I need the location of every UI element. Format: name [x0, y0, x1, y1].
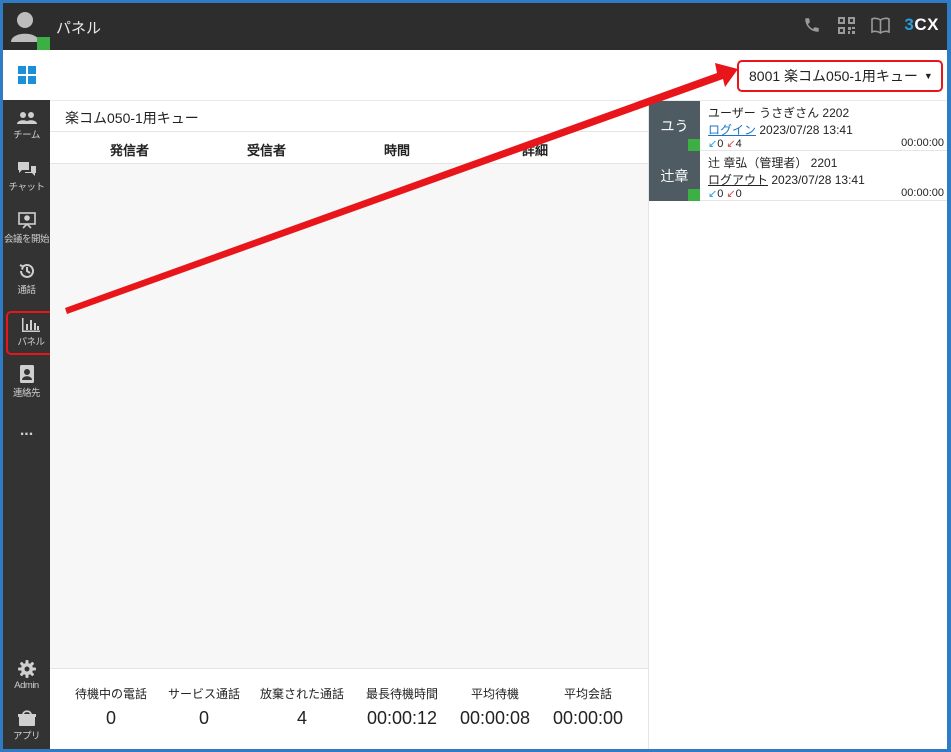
brand-logo: 3CX	[904, 15, 939, 34]
sidebar: チーム チャット 会議を開始 通話 パネル 連絡先 ... Admin アプリ	[3, 50, 56, 749]
book-icon[interactable]	[870, 15, 890, 35]
agent-avatar-tag: ユう	[649, 101, 700, 151]
agents-panel: ユう ユーザー うさぎさん 2202 ログイン 2023/07/28 13:41…	[648, 101, 947, 749]
queue-dropdown[interactable]: 8001 楽コム050-1用キュー ▼	[737, 60, 943, 92]
table-header: 発信者 受信者 時間 詳細	[50, 132, 648, 164]
stat-waiting-calls: 待機中の電話 0	[74, 687, 147, 728]
agent-row[interactable]: 辻章 辻 章弘（管理者） 2201 ログアウト 2023/07/28 13:41…	[649, 151, 947, 201]
phone-icon[interactable]	[802, 15, 822, 35]
agent-login-link[interactable]: ログイン	[708, 123, 756, 137]
page-title: パネル	[56, 20, 102, 37]
stat-average-wait: 平均待機 00:00:08	[459, 687, 531, 728]
gear-icon	[17, 659, 36, 678]
top-bar: パネル 3CX	[3, 3, 947, 50]
missed-arrow-icon: ↙	[726, 188, 736, 200]
agent-timestamp: 2023/07/28 13:41	[771, 173, 865, 187]
column-header-details[interactable]: 詳細	[522, 140, 548, 159]
incoming-arrow-icon: ↙	[708, 188, 718, 200]
contacts-icon	[19, 365, 34, 383]
stat-serviced-calls: サービス通話 0	[167, 687, 240, 728]
column-header-time[interactable]: 時間	[384, 140, 410, 159]
sidebar-item-meeting[interactable]: 会議を開始	[3, 204, 50, 252]
agent-duration: 00:00:00	[901, 187, 944, 199]
queue-stats: 待機中の電話 0 サービス通話 0 放棄された通話 4 最長待機時間 00:00…	[50, 668, 648, 749]
qr-code-icon[interactable]	[836, 15, 856, 35]
bar-chart-icon	[22, 318, 40, 332]
stat-average-talk: 平均会話 00:00:00	[552, 687, 624, 728]
column-header-caller[interactable]: 発信者	[110, 140, 149, 159]
agent-logout-link[interactable]: ログアウト	[708, 173, 768, 187]
more-icon: ...	[19, 422, 34, 439]
presence-status-dot	[37, 37, 50, 50]
chat-icon	[17, 162, 36, 176]
agent-name: ユーザー うさぎさん 2202	[708, 106, 850, 120]
sidebar-item-contacts[interactable]: 連絡先	[3, 358, 50, 406]
agent-duration: 00:00:00	[901, 137, 944, 149]
windows-icon	[17, 66, 36, 84]
top-icons: 3CX	[802, 15, 939, 35]
agent-avatar-tag: 辻章	[649, 151, 700, 201]
incoming-count: 0	[717, 138, 724, 150]
agent-timestamp: 2023/07/28 13:41	[759, 123, 853, 137]
queue-dropdown-value: 8001 楽コム050-1用キュー	[749, 68, 918, 84]
panel-title: 楽コム050-1用キュー	[50, 101, 648, 132]
team-icon	[16, 112, 37, 124]
windows-app-tile[interactable]	[3, 50, 50, 100]
incoming-count: 0	[717, 188, 724, 200]
sidebar-item-apps[interactable]: アプリ	[3, 702, 50, 749]
incoming-arrow-icon: ↙	[708, 138, 718, 150]
caret-down-icon: ▼	[923, 71, 933, 81]
sidebar-item-panel[interactable]: パネル	[6, 311, 56, 355]
sidebar-item-more[interactable]: ...	[3, 411, 50, 451]
app-window: パネル 3CX チーム チャット 会議を開始 通話 パネル 連絡先 ... Ad…	[3, 3, 947, 749]
agent-row[interactable]: ユう ユーザー うさぎさん 2202 ログイン 2023/07/28 13:41…	[649, 101, 947, 151]
apps-icon	[17, 710, 36, 726]
column-header-callee[interactable]: 受信者	[247, 140, 286, 159]
sidebar-item-chat[interactable]: チャット	[3, 153, 50, 201]
queue-panel: 楽コム050-1用キュー 発信者 受信者 時間 詳細 待機中の電話 0 サービス…	[50, 101, 648, 749]
agent-name: 辻 章弘（管理者） 2201	[708, 156, 838, 170]
missed-arrow-icon: ↙	[726, 138, 736, 150]
missed-count: 0	[735, 188, 742, 200]
sidebar-item-admin[interactable]: Admin	[3, 651, 50, 699]
stat-abandoned-calls: 放棄された通話 4	[259, 687, 344, 728]
agent-presence-dot	[688, 189, 700, 201]
missed-count: 4	[735, 138, 742, 150]
meeting-icon	[17, 212, 36, 229]
sidebar-item-team[interactable]: チーム	[3, 102, 50, 150]
stat-longest-wait: 最長待機時間 00:00:12	[365, 687, 438, 728]
history-icon	[19, 263, 34, 278]
agent-presence-dot	[688, 139, 700, 151]
sidebar-item-calls[interactable]: 通話	[3, 255, 50, 303]
